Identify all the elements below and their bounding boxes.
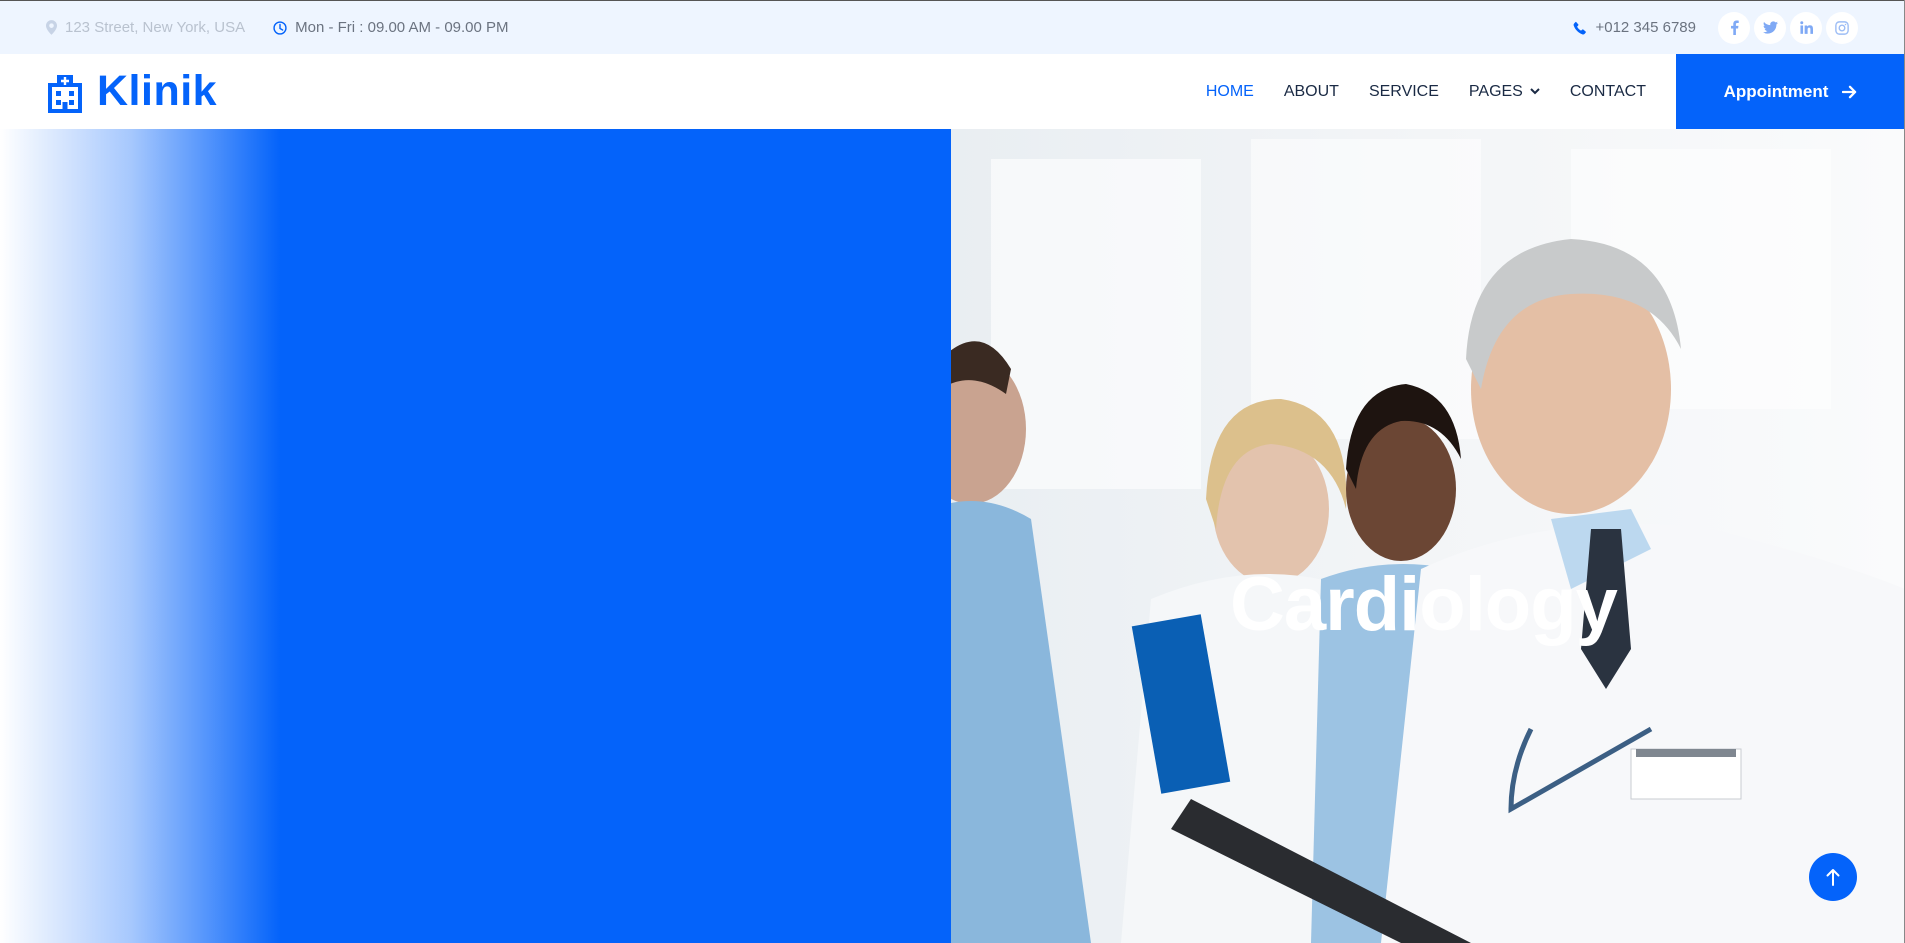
hours-item: Mon - Fri : 09.00 AM - 09.00 PM xyxy=(273,19,509,36)
facebook-icon xyxy=(1730,20,1739,35)
hero-photo-doctors xyxy=(951,129,1905,943)
appointment-button[interactable]: Appointment xyxy=(1676,54,1905,129)
topbar: 123 Street, New York, USA Mon - Fri : 09… xyxy=(0,0,1905,54)
hospital-icon xyxy=(48,74,82,113)
nav-contact[interactable]: CONTACT xyxy=(1570,83,1646,101)
instagram-link[interactable] xyxy=(1826,11,1858,44)
hours-text: Mon - Fri : 09.00 AM - 09.00 PM xyxy=(295,19,509,36)
doctors-photo xyxy=(951,129,1905,943)
brand-name: Klinik xyxy=(97,67,218,115)
nav-pages-label: PAGES xyxy=(1468,82,1523,100)
facebook-link[interactable] xyxy=(1718,11,1750,44)
nav-pages-dropdown[interactable]: PAGES xyxy=(1469,83,1540,101)
brand-logo[interactable]: Klinik xyxy=(47,67,217,116)
address-item: 123 Street, New York, USA xyxy=(46,19,245,36)
nav-home[interactable]: HOME xyxy=(1206,83,1254,101)
hero-blue-panel xyxy=(0,129,951,943)
address-text: 123 Street, New York, USA xyxy=(65,19,246,36)
clock-icon xyxy=(273,20,287,35)
appointment-label: Appointment xyxy=(1723,81,1829,101)
topbar-left: 123 Street, New York, USA Mon - Fri : 09… xyxy=(46,19,537,36)
twitter-icon xyxy=(1762,21,1778,34)
hero-title: Cardiology xyxy=(1230,562,1618,647)
main-nav: HOME ABOUT SERVICE PAGES CONTACT xyxy=(1176,83,1646,101)
phone-item: +012 345 6789 xyxy=(1573,19,1696,36)
arrow-right-icon xyxy=(1842,85,1857,98)
map-marker-icon xyxy=(46,20,57,35)
back-to-top-button[interactable] xyxy=(1809,853,1857,901)
arrow-up-icon xyxy=(1826,869,1840,886)
topbar-right: +012 345 6789 xyxy=(1573,11,1858,44)
phone-icon xyxy=(1574,21,1587,35)
social-links xyxy=(1714,11,1858,44)
linkedin-icon xyxy=(1799,21,1813,34)
hero-carousel[interactable] xyxy=(0,129,1905,943)
navbar: Klinik HOME ABOUT SERVICE PAGES CONTACT … xyxy=(0,54,1905,129)
chevron-down-icon xyxy=(1530,88,1540,95)
instagram-icon xyxy=(1835,20,1849,35)
nav-service[interactable]: SERVICE xyxy=(1369,83,1439,101)
phone-text: +012 345 6789 xyxy=(1595,19,1696,36)
twitter-link[interactable] xyxy=(1754,11,1786,44)
nav-about[interactable]: ABOUT xyxy=(1284,83,1339,101)
linkedin-link[interactable] xyxy=(1790,11,1822,44)
